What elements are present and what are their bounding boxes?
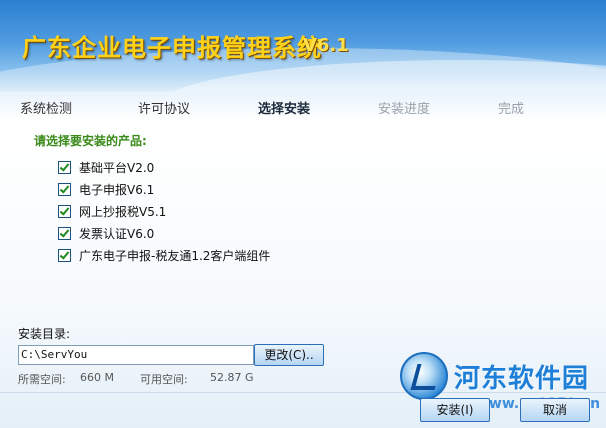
- product-label: 电子申报V6.1: [79, 182, 155, 197]
- step-finish: 完成: [498, 102, 525, 117]
- available-space-value: 52.87 G: [210, 371, 254, 384]
- header-banner: 广东企业电子申报管理系统 V6.1: [0, 0, 606, 92]
- install-dir-input[interactable]: C:\ServYou: [18, 345, 254, 365]
- required-space-value: 660 M: [80, 371, 114, 384]
- cancel-button[interactable]: 取消: [520, 398, 590, 422]
- product-label: 发票认证V6.0: [79, 226, 155, 241]
- product-label: 网上抄报税V5.1: [79, 204, 167, 219]
- product-checkbox[interactable]: [58, 226, 71, 240]
- product-item[interactable]: 发票认证V6.0: [58, 225, 154, 241]
- product-label: 广东电子申报-税友通1.2客户端组件: [79, 248, 271, 263]
- step-install-progress: 安装进度: [378, 102, 431, 117]
- watermark-logo-icon: [400, 352, 448, 400]
- product-checkbox[interactable]: [58, 160, 71, 174]
- products-section-label: 请选择要安装的产品:: [34, 134, 147, 148]
- product-item[interactable]: 电子申报V6.1: [58, 181, 154, 197]
- product-checkbox[interactable]: [58, 248, 71, 262]
- available-space-label: 可用空间:: [140, 373, 188, 386]
- watermark: 河东软件园: [400, 352, 589, 400]
- step-select-install: 选择安装: [258, 102, 311, 117]
- wizard-steps: 系统检测 许可协议 选择安装 安装进度 完成: [0, 92, 606, 120]
- install-button[interactable]: 安装(I): [420, 398, 490, 422]
- install-dir-label: 安装目录:: [18, 327, 71, 341]
- app-title: 广东企业电子申报管理系统: [22, 34, 322, 62]
- required-space-label: 所需空间:: [18, 373, 66, 386]
- app-version: V6.1: [303, 35, 349, 56]
- product-checkbox[interactable]: [58, 182, 71, 196]
- step-license: 许可协议: [138, 102, 191, 117]
- product-checkbox[interactable]: [58, 204, 71, 218]
- product-item[interactable]: 网上抄报税V5.1: [58, 203, 166, 219]
- step-system-check: 系统检测: [20, 102, 73, 117]
- product-item[interactable]: 基础平台V2.0: [58, 159, 154, 175]
- product-item[interactable]: 广东电子申报-税友通1.2客户端组件: [58, 247, 270, 263]
- watermark-text: 河东软件园: [454, 363, 590, 394]
- change-dir-button[interactable]: 更改(C)..: [254, 344, 324, 366]
- product-label: 基础平台V2.0: [79, 160, 155, 175]
